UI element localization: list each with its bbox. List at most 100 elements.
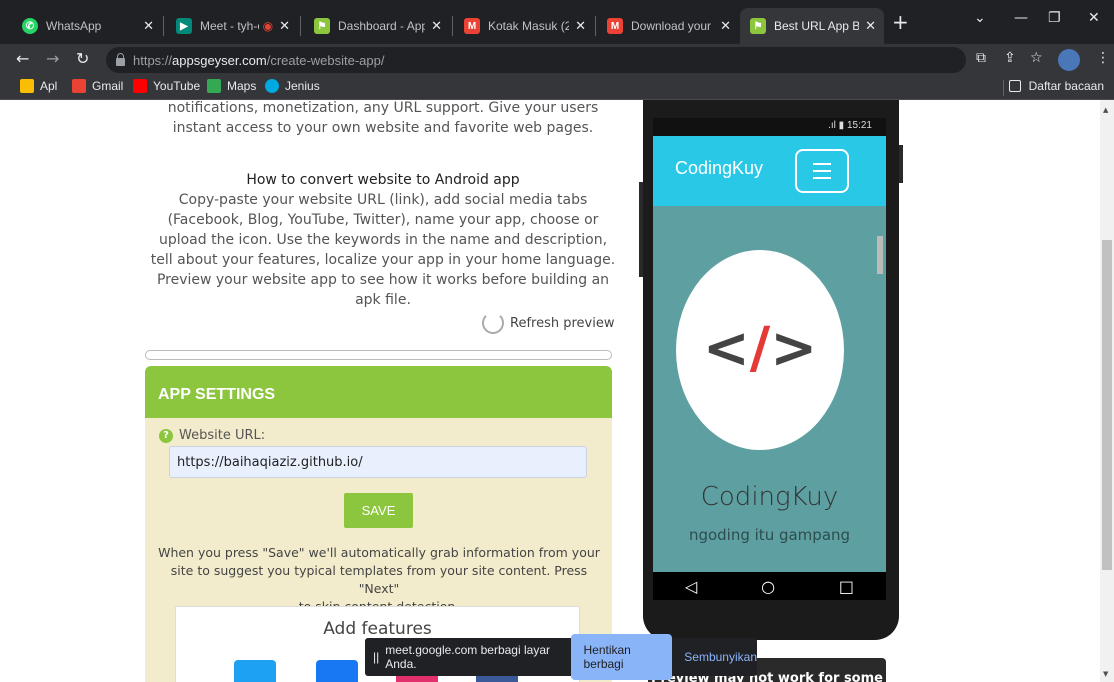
help-icon[interactable]: ? — [159, 428, 173, 443]
hide-banner-button[interactable]: Sembunyikan — [684, 650, 757, 664]
refresh-icon — [482, 312, 504, 334]
save-button[interactable]: SAVE — [344, 493, 413, 528]
tab-separator — [163, 16, 164, 36]
note-line: site to suggest you typical templates fr… — [170, 563, 588, 596]
bookmark-gmail[interactable]: Gmail — [72, 79, 123, 93]
tab-gmail-download[interactable]: M Download your App ✕ — [597, 8, 739, 44]
appsgeyser-icon: ⚑ — [750, 18, 766, 34]
url-path: /create-website-app/ — [266, 52, 385, 68]
website-url-input[interactable] — [169, 446, 587, 478]
whatsapp-icon: ✆ — [22, 18, 38, 34]
tab-whatsapp[interactable]: ✆ WhatsApp ✕ — [12, 8, 162, 44]
share-icon[interactable]: ⇪ — [1004, 50, 1016, 66]
phone-status-bar: .ıl ▮ 15:21 — [653, 118, 886, 136]
code-close: > — [770, 316, 818, 381]
app-content: </> CodingKuy ngoding itu gampang — [653, 206, 886, 572]
tab-search-icon[interactable]: ⌄ — [974, 10, 986, 26]
page-scrollbar[interactable]: ▲ ▼ — [1100, 100, 1114, 682]
howto-line: apk file. — [355, 292, 411, 308]
scroll-down-icon[interactable]: ▼ — [1103, 670, 1108, 678]
gmail-icon: M — [464, 18, 480, 34]
howto-line: Copy-paste your website URL (link), add … — [178, 192, 588, 208]
jenius-icon — [265, 79, 279, 93]
close-window-button[interactable]: ✕ — [1088, 10, 1100, 26]
tab-dashboard[interactable]: ⚑ Dashboard - AppsG ✕ — [304, 8, 450, 44]
phone-side-button — [639, 182, 643, 277]
drag-handle-icon[interactable]: || — [373, 650, 379, 664]
share-message: meet.google.com berbagi layar Anda. — [385, 643, 550, 671]
meet-icon: ▶ — [176, 18, 192, 34]
app-content-tagline: ngoding itu gampang — [688, 526, 851, 544]
close-tab-icon[interactable]: ✕ — [575, 18, 586, 34]
browser-toolbar: ← → ↻ https://appsgeyser.com/create-webs… — [0, 44, 1114, 74]
progress-bar — [145, 350, 612, 360]
close-tab-icon[interactable]: ✕ — [720, 18, 731, 34]
maps-icon — [207, 79, 221, 93]
bookmark-maps[interactable]: Maps — [207, 79, 256, 93]
close-tab-icon[interactable]: ✕ — [865, 18, 876, 34]
app-settings-header: APP SETTINGS — [145, 366, 612, 418]
facebook-icon[interactable] — [316, 660, 358, 682]
profile-avatar[interactable] — [1058, 49, 1080, 71]
bookmark-label: Apl — [40, 79, 58, 93]
tab-strip: ✆ WhatsApp ✕ ▶ Meet - tyh-obj ◉ ✕ ⚑ Dash… — [0, 0, 1114, 44]
nav-recents-icon[interactable]: □ — [839, 577, 854, 596]
maximize-button[interactable]: ❐ — [1048, 10, 1061, 26]
twitter-icon[interactable] — [234, 660, 276, 682]
scrollbar-thumb[interactable] — [1102, 240, 1112, 570]
translate-icon[interactable]: ⧉ — [976, 50, 986, 66]
close-tab-icon[interactable]: ✕ — [431, 18, 442, 34]
tab-active[interactable]: ⚑ Best URL App Build ✕ — [740, 8, 884, 44]
forward-icon[interactable]: → — [46, 49, 59, 68]
bookmarks-bar: Apl Gmail YouTube Maps Jenius Daftar bac… — [0, 74, 1114, 100]
howto-line: (Facebook, Blog, YouTube, Twitter), name… — [167, 212, 599, 228]
youtube-icon — [133, 79, 147, 93]
tab-title: Meet - tyh-obj — [200, 19, 259, 33]
minimize-button[interactable]: — — [1014, 10, 1028, 26]
tab-meet[interactable]: ▶ Meet - tyh-obj ◉ ✕ — [166, 8, 298, 44]
reading-list-icon — [1008, 80, 1021, 92]
tab-gmail-inbox[interactable]: M Kotak Masuk (226) ✕ — [454, 8, 594, 44]
website-url-label: Website URL: — [179, 428, 266, 443]
nav-home-icon[interactable]: ○ — [761, 577, 775, 596]
close-tab-icon[interactable]: ✕ — [143, 18, 154, 34]
phone-preview: .ıl ▮ 15:21 CodingKuy </> CodingKuy ngod… — [639, 100, 903, 640]
recording-icon: ◉ — [262, 19, 274, 33]
gmail-icon: M — [607, 18, 623, 34]
menu-kebab-icon[interactable]: ⋮ — [1096, 50, 1110, 66]
refresh-preview-button[interactable]: Refresh preview — [482, 312, 614, 334]
bookmark-jenius[interactable]: Jenius — [265, 79, 320, 93]
stop-sharing-button[interactable]: Hentikan berbagi — [571, 634, 673, 680]
back-icon[interactable]: ← — [16, 49, 29, 68]
scroll-up-icon[interactable]: ▲ — [1103, 106, 1108, 114]
screen-share-banner: || meet.google.com berbagi layar Anda. H… — [365, 634, 757, 680]
phone-side-button — [899, 145, 903, 183]
appsgeyser-icon: ⚑ — [314, 18, 330, 34]
bookmark-youtube[interactable]: YouTube — [133, 79, 200, 93]
bookmarks-separator — [1003, 80, 1004, 96]
reload-icon[interactable]: ↻ — [76, 49, 89, 68]
phone-scrollbar[interactable] — [876, 224, 884, 540]
tab-title: Best URL App Build — [774, 19, 860, 33]
bookmark-label: Jenius — [285, 79, 320, 93]
page-content: notifications, monetization, any URL sup… — [0, 100, 1100, 682]
reading-list-label: Daftar bacaan — [1028, 79, 1104, 93]
howto-line: Preview your website app to see how it w… — [156, 272, 610, 288]
reading-list-button[interactable]: Daftar bacaan — [1008, 79, 1104, 93]
url-host: appsgeyser.com — [172, 52, 267, 68]
new-tab-button[interactable]: + — [892, 10, 909, 34]
gmail-icon — [72, 79, 86, 93]
tab-title: Dashboard - AppsG — [338, 19, 426, 33]
close-tab-icon[interactable]: ✕ — [279, 18, 290, 34]
howto-heading: How to convert website to Android app — [246, 172, 520, 188]
bookmark-apps[interactable]: Apl — [20, 79, 57, 93]
intro-text: notifications, monetization, any URL sup… — [150, 100, 616, 138]
app-settings-panel: APP SETTINGS ? Website URL: SAVE When yo… — [145, 366, 612, 682]
code-open: < — [702, 316, 750, 381]
bookmark-label: Gmail — [92, 79, 124, 93]
hamburger-menu-icon[interactable] — [795, 149, 849, 193]
bookmark-star-icon[interactable]: ☆ — [1030, 50, 1043, 66]
nav-back-icon[interactable]: ◁ — [685, 577, 697, 596]
note-line: When you press "Save" we'll automaticall… — [158, 545, 600, 560]
address-bar[interactable]: https://appsgeyser.com/create-website-ap… — [106, 47, 966, 73]
